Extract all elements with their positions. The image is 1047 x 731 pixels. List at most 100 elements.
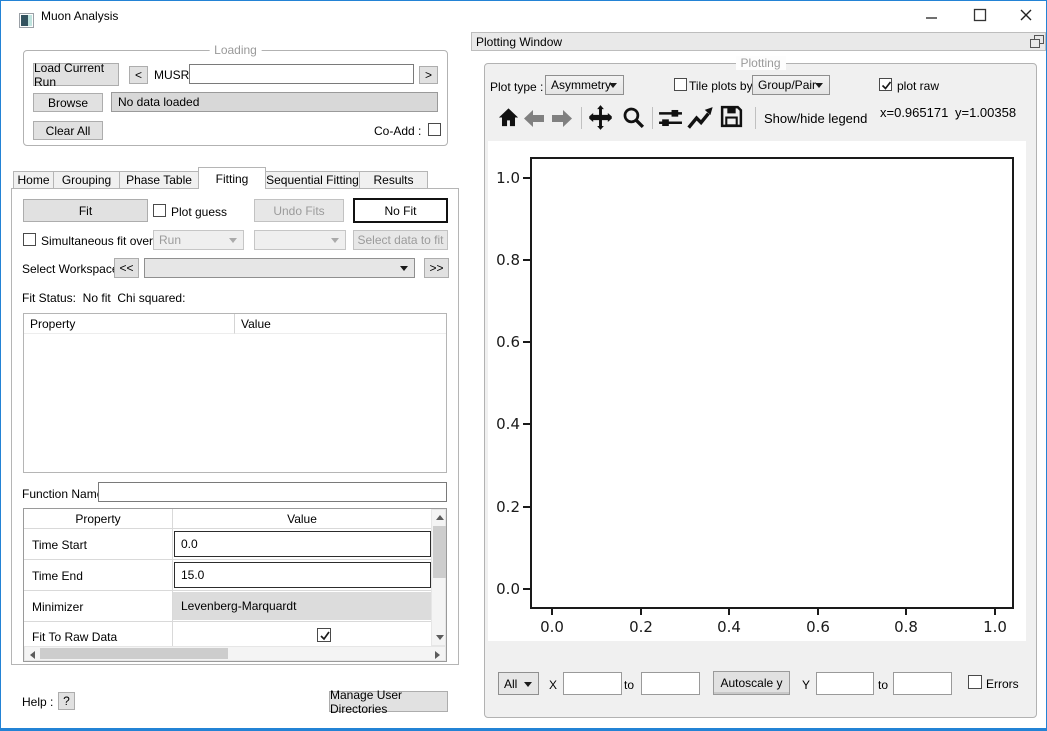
plot-type-select[interactable]: Asymmetry bbox=[545, 75, 624, 95]
data-status-field: No data loaded bbox=[111, 92, 438, 112]
load-current-run-button[interactable]: Load Current Run bbox=[33, 63, 119, 86]
fit-to-raw-data-checkbox[interactable] bbox=[317, 628, 331, 642]
y-range-label: Y bbox=[802, 678, 810, 692]
y-tick bbox=[523, 177, 530, 179]
y-tick bbox=[523, 588, 530, 590]
scroll-left-icon[interactable] bbox=[30, 651, 35, 659]
y-tick-label: 0.6 bbox=[488, 333, 520, 351]
workspace-next-button[interactable]: >> bbox=[424, 258, 449, 278]
workspace-select[interactable] bbox=[144, 258, 415, 278]
time-end-input[interactable]: 15.0 bbox=[174, 562, 431, 588]
checkmark-icon bbox=[880, 79, 893, 92]
y-to-input[interactable] bbox=[893, 672, 952, 695]
forward-icon[interactable] bbox=[550, 109, 574, 131]
param-value-header: Value bbox=[234, 314, 446, 334]
undo-fits-button: Undo Fits bbox=[254, 199, 344, 222]
plot-guess-checkbox[interactable] bbox=[153, 204, 166, 217]
row-property: Fit To Raw Data bbox=[32, 630, 117, 644]
clear-all-button[interactable]: Clear All bbox=[33, 121, 103, 140]
fit-settings-table[interactable]: Property Value Time Start 0.0 Time End 1… bbox=[23, 508, 447, 662]
window-title: Muon Analysis bbox=[41, 9, 118, 23]
table-row: Time Start 0.0 bbox=[24, 529, 446, 560]
plot-type-label: Plot type : bbox=[490, 80, 543, 94]
param-property-header: Property bbox=[24, 314, 234, 334]
y-tick-label: 0.0 bbox=[488, 580, 520, 598]
tile-by-value: Group/Pair bbox=[758, 78, 816, 92]
scroll-up-icon[interactable] bbox=[436, 515, 444, 520]
x-tick bbox=[640, 609, 642, 615]
function-name-input[interactable] bbox=[98, 482, 447, 502]
time-start-input[interactable]: 0.0 bbox=[174, 531, 431, 557]
simultaneous-fit-checkbox[interactable] bbox=[23, 233, 36, 246]
x-tick bbox=[994, 609, 996, 615]
errors-checkbox[interactable] bbox=[968, 675, 982, 689]
tab-results[interactable]: Results bbox=[359, 171, 428, 189]
scrollbar-thumb[interactable] bbox=[40, 648, 228, 659]
x-tick bbox=[728, 609, 730, 615]
save-icon[interactable] bbox=[719, 104, 744, 132]
scrollbar-thumb[interactable] bbox=[433, 526, 446, 578]
tab-sequential-fitting[interactable]: Sequential Fitting bbox=[265, 171, 360, 189]
tab-grouping[interactable]: Grouping bbox=[53, 171, 120, 189]
tab-home[interactable]: Home bbox=[13, 171, 54, 189]
plot-scope-select[interactable]: All bbox=[498, 672, 539, 695]
scroll-right-icon[interactable] bbox=[435, 651, 440, 659]
horizontal-scrollbar[interactable] bbox=[24, 646, 446, 661]
x-from-input[interactable] bbox=[563, 672, 622, 695]
fit-parameter-table[interactable]: Property Value bbox=[23, 313, 447, 473]
minimize-icon[interactable] bbox=[917, 5, 947, 25]
pan-icon[interactable] bbox=[587, 104, 614, 134]
run-number-input[interactable] bbox=[189, 64, 414, 84]
vertical-scrollbar[interactable] bbox=[431, 509, 446, 646]
fit-button[interactable]: Fit bbox=[23, 199, 148, 222]
workspace-prev-button[interactable]: << bbox=[114, 258, 139, 278]
axes-frame bbox=[530, 157, 1014, 609]
autoscale-y-button[interactable]: Autoscale y bbox=[713, 671, 790, 695]
x-to-input[interactable] bbox=[641, 672, 700, 695]
instrument-label: MUSR bbox=[154, 68, 189, 82]
float-icon[interactable] bbox=[1030, 35, 1044, 48]
tile-plots-checkbox[interactable] bbox=[674, 78, 687, 91]
customize-icon[interactable] bbox=[687, 105, 714, 133]
plot-scope-value: All bbox=[504, 677, 517, 691]
dock-titlebar[interactable]: Plotting Window bbox=[471, 32, 1046, 51]
home-icon[interactable] bbox=[497, 106, 520, 132]
browse-button[interactable]: Browse bbox=[33, 93, 103, 112]
fit-state-button[interactable]: No Fit bbox=[353, 198, 448, 223]
scroll-down-icon[interactable] bbox=[436, 635, 444, 640]
chevron-down-icon bbox=[524, 682, 532, 687]
subplots-icon[interactable] bbox=[658, 107, 683, 132]
coadd-checkbox[interactable] bbox=[428, 123, 441, 136]
back-icon[interactable] bbox=[522, 109, 546, 131]
plot-raw-checkbox[interactable] bbox=[879, 78, 892, 91]
tile-by-select[interactable]: Group/Pair bbox=[752, 75, 830, 95]
y-tick-label: 0.8 bbox=[488, 251, 520, 269]
zoom-icon[interactable] bbox=[621, 105, 646, 133]
x-tick-label: 0.8 bbox=[888, 618, 924, 636]
chevron-down-icon bbox=[815, 83, 823, 88]
chevron-down-icon bbox=[400, 266, 408, 271]
simultaneous-over-value: Run bbox=[159, 233, 181, 247]
x-tick bbox=[817, 609, 819, 615]
plotting-group-title: Plotting bbox=[735, 56, 785, 70]
app-icon bbox=[19, 13, 34, 28]
help-button[interactable]: ? bbox=[58, 692, 75, 710]
maximize-icon[interactable] bbox=[965, 5, 995, 25]
coadd-label: Co-Add : bbox=[374, 124, 421, 138]
show-hide-legend-button[interactable]: Show/hide legend bbox=[764, 111, 867, 126]
next-run-button[interactable]: > bbox=[419, 66, 438, 84]
toolbar-separator bbox=[755, 107, 756, 129]
loading-group-title: Loading bbox=[209, 43, 262, 57]
y-tick bbox=[523, 259, 530, 261]
tile-plots-label: Tile plots by: bbox=[689, 79, 756, 93]
plot-canvas[interactable]: 1.0 0.8 0.6 0.4 0.2 0.0 0.0 0.2 0.4 0.6 … bbox=[488, 141, 1026, 641]
y-from-input[interactable] bbox=[816, 672, 874, 695]
close-icon[interactable] bbox=[1011, 5, 1041, 25]
row-property: Time Start bbox=[32, 538, 87, 552]
tab-phase-table[interactable]: Phase Table bbox=[119, 171, 199, 189]
table-row: Fit To Raw Data bbox=[24, 622, 446, 647]
minimizer-select[interactable]: Levenberg-Marquardt bbox=[173, 592, 431, 620]
tab-fitting[interactable]: Fitting bbox=[198, 167, 266, 189]
previous-run-button[interactable]: < bbox=[129, 66, 148, 84]
manage-user-directories-button[interactable]: Manage User Directories bbox=[329, 691, 448, 712]
